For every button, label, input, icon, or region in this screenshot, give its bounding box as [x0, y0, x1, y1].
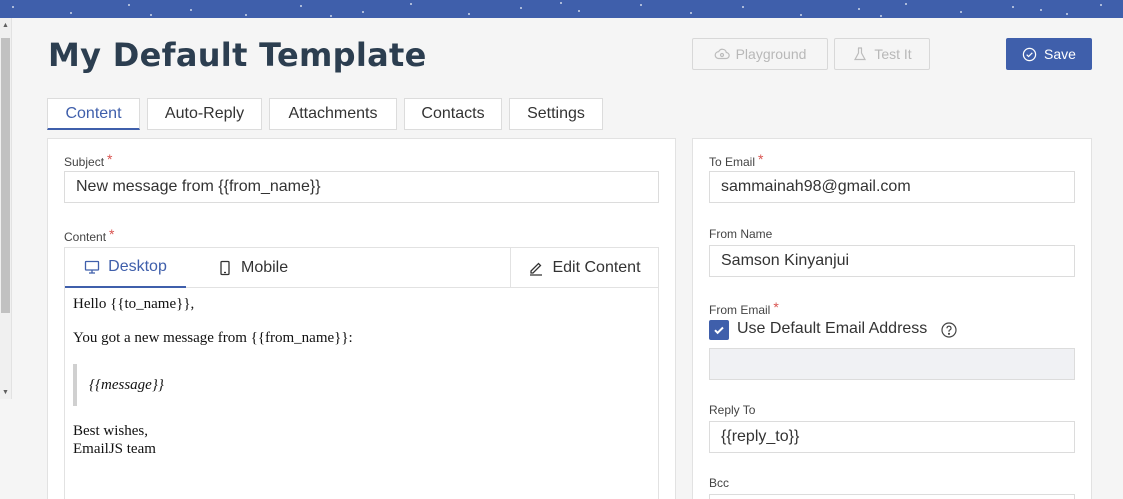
edit-content-button[interactable]: Edit Content [510, 248, 658, 288]
banner-sparkle [12, 6, 14, 8]
scroll-down-arrow-icon[interactable]: ▼ [2, 389, 9, 396]
use-default-email-checkbox[interactable] [709, 320, 729, 340]
banner-sparkle [960, 11, 962, 13]
required-mark: * [107, 151, 113, 167]
banner-sparkle [690, 12, 692, 14]
edit-content-label: Edit Content [552, 259, 641, 276]
cloud-icon [714, 48, 730, 60]
page-title: My Default Template [48, 36, 427, 74]
test-it-button[interactable]: Test It [834, 38, 930, 70]
closing-line: Best wishes, [73, 423, 148, 439]
bcc-label: Bcc [709, 476, 730, 490]
playground-label: Playground [735, 46, 807, 62]
required-mark: * [758, 151, 764, 167]
top-banner [0, 0, 1123, 18]
banner-sparkle [150, 14, 152, 16]
banner-sparkle [190, 9, 192, 11]
banner-sparkle [578, 10, 580, 12]
banner-sparkle [1040, 9, 1042, 11]
reply-to-label: Reply To [709, 403, 756, 417]
page-scrollbar[interactable]: ▲ ▼ [0, 18, 12, 399]
bcc-input[interactable] [709, 494, 1075, 499]
signature-line: EmailJS team [73, 441, 156, 457]
banner-sparkle [362, 11, 364, 13]
subject-input[interactable]: New message from {{from_name}} [64, 171, 659, 203]
banner-sparkle [468, 13, 470, 15]
banner-sparkle [1012, 6, 1014, 8]
content-editor: Desktop Mobile Edit Content Hello {{to_n… [64, 247, 659, 499]
banner-sparkle [858, 8, 860, 10]
banner-sparkle [245, 14, 247, 16]
banner-sparkle [520, 7, 522, 9]
tab-content[interactable]: Content [47, 98, 140, 130]
subject-label: Subject * [64, 151, 113, 169]
banner-sparkle [410, 3, 412, 5]
blockquote-bar [73, 364, 77, 406]
edit-icon [530, 262, 543, 276]
greeting-line: Hello {{to_name}}, [73, 296, 195, 312]
intro-line: You got a new message from {{from_name}}… [73, 330, 353, 346]
from-email-input[interactable] [709, 348, 1075, 380]
desktop-icon [84, 260, 100, 274]
tab-attachments[interactable]: Attachments [269, 98, 397, 130]
tab-settings[interactable]: Settings [509, 98, 603, 130]
editor-view-tabs: Desktop Mobile Edit Content [65, 248, 658, 288]
banner-sparkle [742, 6, 744, 8]
save-label: Save [1044, 46, 1076, 62]
from-email-label: From Email * [709, 299, 779, 317]
message-placeholder: {{message}} [89, 377, 164, 393]
banner-sparkle [128, 4, 130, 6]
banner-sparkle [1066, 13, 1068, 15]
scrollbar-thumb[interactable] [1, 38, 10, 313]
from-name-input[interactable]: Samson Kinyanjui [709, 245, 1075, 277]
checkmark-icon [714, 326, 724, 335]
reply-to-input[interactable]: {{reply_to}} [709, 421, 1075, 453]
banner-sparkle [330, 15, 332, 17]
scroll-up-arrow-icon[interactable]: ▲ [2, 22, 9, 29]
banner-sparkle [880, 15, 882, 17]
banner-sparkle [905, 3, 907, 5]
flask-icon [854, 47, 867, 61]
mobile-view-tab[interactable]: Mobile [217, 248, 288, 288]
banner-sparkle [1100, 4, 1102, 6]
banner-sparkle [800, 14, 802, 16]
required-mark: * [773, 299, 779, 315]
save-button[interactable]: Save [1006, 38, 1092, 70]
to-email-input[interactable]: sammainah98@gmail.com [709, 171, 1075, 203]
banner-sparkle [640, 4, 642, 6]
required-mark: * [109, 226, 115, 242]
content-label: Content * [64, 226, 115, 244]
desktop-label: Desktop [108, 258, 167, 275]
test-it-label: Test It [874, 46, 912, 62]
playground-button[interactable]: Playground [692, 38, 828, 70]
to-email-label: To Email * [709, 151, 764, 169]
help-icon[interactable] [941, 322, 957, 338]
desktop-view-tab[interactable]: Desktop [65, 248, 186, 288]
use-default-email-label: Use Default Email Address [737, 320, 928, 337]
tab-auto-reply[interactable]: Auto-Reply [147, 98, 262, 130]
from-name-label: From Name [709, 227, 773, 241]
check-circle-icon [1022, 47, 1037, 61]
tab-contacts[interactable]: Contacts [404, 98, 502, 130]
banner-sparkle [300, 5, 302, 7]
banner-sparkle [560, 2, 562, 4]
mobile-label: Mobile [241, 259, 289, 276]
mobile-icon [220, 260, 230, 276]
banner-sparkle [70, 12, 72, 14]
